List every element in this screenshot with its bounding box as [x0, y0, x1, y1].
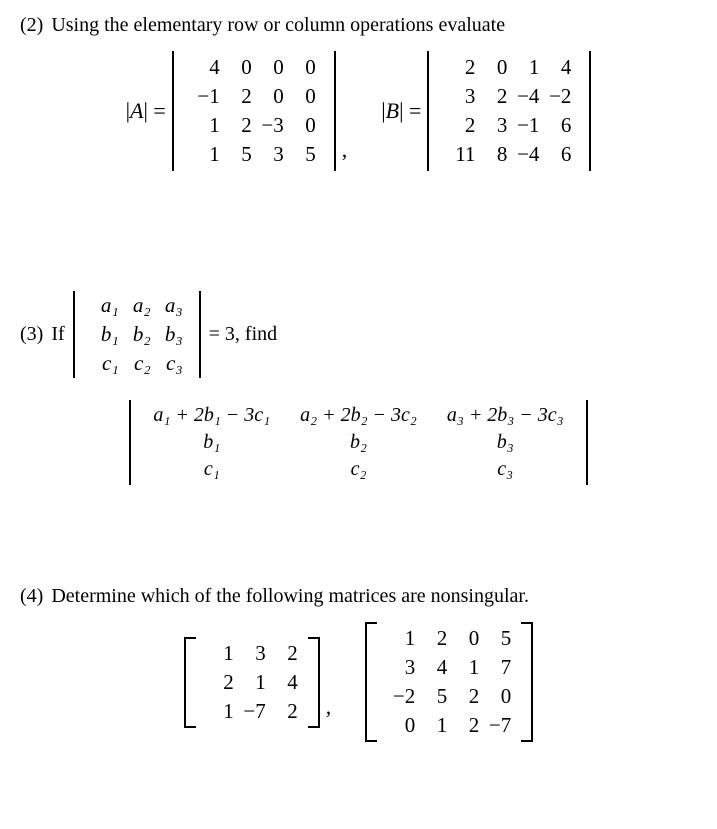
matrix-M2-bracket: 1205 3417 −2520 012−7	[365, 622, 533, 742]
det-B-block: |B| = 2014 32−4−2 23−16 118−46	[381, 51, 591, 171]
vbar-icon	[172, 51, 174, 171]
problem-3: (3) If a₁a₂a₃ b₁b₂b₃ c₁c₂c₃ = 3, find a₁…	[20, 291, 697, 485]
right-bracket-icon	[523, 622, 533, 742]
matrix-abc-big: a₁ + 2b₁ − 3c₁a₂ + 2b₂ − 3c₂a₃ + 2b₃ − 3…	[137, 400, 579, 485]
matrix-M2-block: 1205 3417 −2520 012−7	[365, 622, 533, 742]
problem-2: (2) Using the elementary row or column o…	[20, 14, 697, 171]
matrix-M1-block: 132 214 1−72 ,	[184, 637, 332, 728]
problem-3-text-pre: If	[51, 323, 64, 346]
vbar-icon	[129, 400, 131, 485]
problem-4: (4) Determine which of the following mat…	[20, 585, 697, 742]
problem-4-number: (4)	[20, 585, 43, 608]
problem-3-text-post: = 3, find	[209, 323, 278, 346]
problem-4-matrices: 132 214 1−72 , 1205 3417 −2520 012−7	[20, 622, 697, 742]
det-big-inner: a₁ + 2b₁ − 3c₁a₂ + 2b₂ − 3c₂a₃ + 2b₃ − 3…	[129, 400, 587, 485]
vbar-icon	[199, 291, 201, 378]
separator: ,	[342, 137, 348, 163]
vbar-icon	[427, 51, 429, 171]
det-B-label: |B| =	[381, 98, 421, 124]
det-small-block: a₁a₂a₃ b₁b₂b₃ c₁c₂c₃	[73, 291, 201, 378]
matrix-M1: 132 214 1−72	[194, 637, 310, 728]
problem-3-number: (3)	[20, 323, 43, 346]
left-bracket-icon	[184, 637, 194, 728]
det-big-block: a₁ + 2b₁ − 3c₁a₂ + 2b₂ − 3c₂a₃ + 2b₃ − 3…	[20, 400, 697, 485]
vbar-icon	[73, 291, 75, 378]
matrix-B: 2014 32−4−2 23−16 118−46	[435, 51, 583, 171]
problem-2-equations: |A| = 4000 −1200 12−30 1535 , |B| = 2	[20, 51, 697, 171]
problem-2-number: (2)	[20, 14, 43, 37]
matrix-abc-small: a₁a₂a₃ b₁b₂b₃ c₁c₂c₃	[81, 291, 193, 378]
vbar-icon	[334, 51, 336, 171]
problem-2-text: Using the elementary row or column opera…	[51, 14, 697, 37]
separator: ,	[326, 694, 332, 720]
matrix-M2: 1205 3417 −2520 012−7	[375, 622, 523, 742]
det-A-block: |A| = 4000 −1200 12−30 1535 ,	[126, 51, 348, 171]
problem-4-heading: (4) Determine which of the following mat…	[20, 585, 697, 608]
det-A-label: |A| =	[126, 98, 166, 124]
vbar-icon	[589, 51, 591, 171]
vbar-icon	[586, 400, 588, 485]
page: (2) Using the elementary row or column o…	[0, 0, 717, 772]
matrix-M1-bracket: 132 214 1−72	[184, 637, 320, 728]
matrix-A: 4000 −1200 12−30 1535	[180, 51, 328, 171]
problem-2-heading: (2) Using the elementary row or column o…	[20, 14, 697, 37]
left-bracket-icon	[365, 622, 375, 742]
problem-3-heading: (3) If a₁a₂a₃ b₁b₂b₃ c₁c₂c₃ = 3, find	[20, 291, 697, 378]
problem-4-text: Determine which of the following matrice…	[51, 585, 697, 608]
right-bracket-icon	[310, 637, 320, 728]
